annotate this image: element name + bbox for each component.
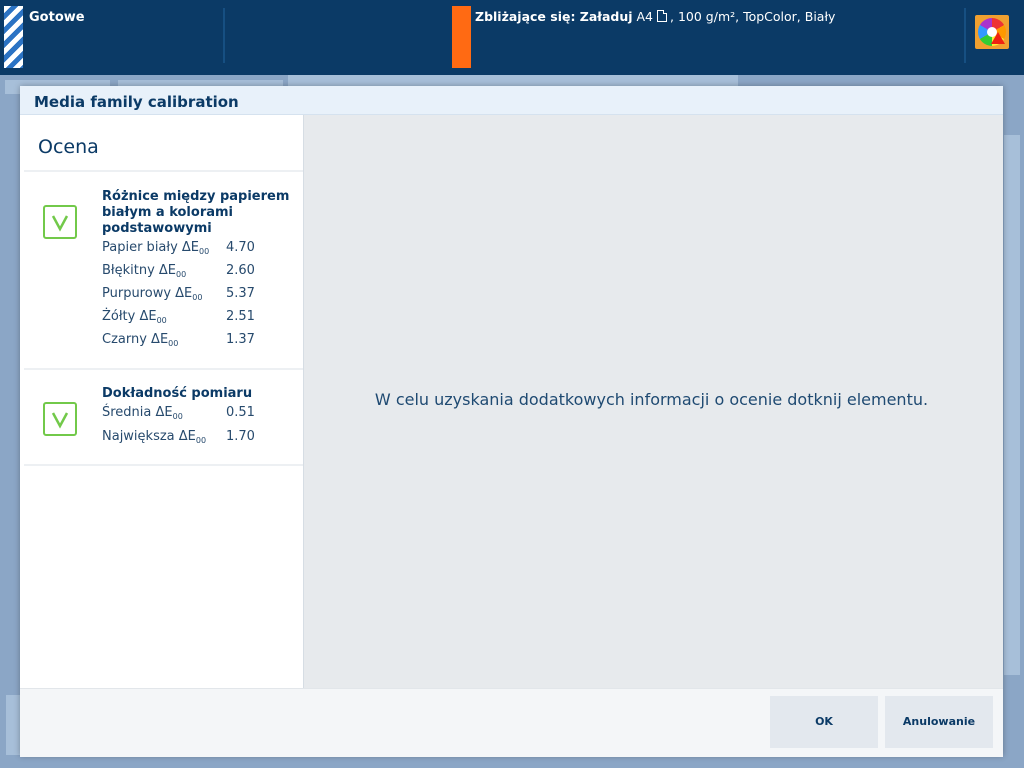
ok-button[interactable]: OK (770, 696, 878, 748)
check-icon (43, 205, 77, 239)
metric-value: 2.51 (226, 309, 255, 324)
metric-row: Purpurowy ΔE00 5.37 (102, 286, 255, 302)
metric-row: Największa ΔE00 1.70 (102, 429, 255, 445)
document-icon (657, 10, 668, 22)
metric-value: 4.70 (226, 240, 255, 255)
status-bar: Gotowe Zbliżające się: Załaduj A4 , 100 g… (0, 0, 1024, 75)
assessment-panel: Ocena Różnice między papierem białym a k… (24, 115, 304, 688)
divider (223, 8, 225, 63)
metric-value: 5.37 (226, 286, 255, 301)
warning-icon (991, 32, 1005, 44)
divider (964, 8, 966, 63)
panel-title: Ocena (38, 136, 99, 158)
metric-value: 2.60 (226, 263, 255, 278)
cancel-button[interactable]: Anulowanie (885, 696, 993, 748)
upcoming-size: A4 (636, 9, 654, 24)
metric-row: Żółty ΔE00 2.51 (102, 309, 255, 325)
metric-value: 0.51 (226, 405, 255, 420)
metric-row: Czarny ΔE00 1.37 (102, 332, 255, 348)
divider (24, 464, 303, 466)
dialog-title: Media family calibration (34, 93, 239, 111)
metric-value: 1.70 (226, 429, 255, 444)
background-tile (1004, 135, 1020, 675)
hint-text: W celu uzyskania dodatkowych informacji … (374, 390, 929, 409)
divider (24, 170, 303, 172)
upcoming-label: Zbliżające się: Załaduj (475, 9, 633, 24)
section-title: Dokładność pomiaru (102, 386, 253, 401)
color-wheel-warning-icon[interactable] (975, 15, 1009, 49)
calibration-dialog: Media family calibration Ocena Różnice m… (20, 86, 1003, 757)
printer-status: Gotowe (29, 10, 85, 25)
metric-row: Błękitny ΔE00 2.60 (102, 263, 255, 279)
dialog-header: Media family calibration (20, 86, 1003, 115)
section-title: Różnice między papierem białym a koloram… (102, 189, 290, 236)
dialog-footer: OK Anulowanie (20, 688, 1003, 757)
metric-row: Średnia ΔE00 0.51 (102, 405, 255, 421)
divider (24, 368, 303, 370)
upcoming-details: , 100 g/m², TopColor, Biały (670, 9, 836, 24)
metric-value: 1.37 (226, 332, 255, 347)
striped-status-icon (4, 6, 23, 68)
details-panel: W celu uzyskania dodatkowych informacji … (304, 115, 1003, 688)
metric-row: Papier biały ΔE00 4.70 (102, 240, 255, 256)
upcoming-job[interactable]: Zbliżające się: Załaduj A4 , 100 g/m², To… (475, 9, 835, 24)
upcoming-indicator-icon (452, 6, 471, 68)
check-icon (43, 402, 77, 436)
